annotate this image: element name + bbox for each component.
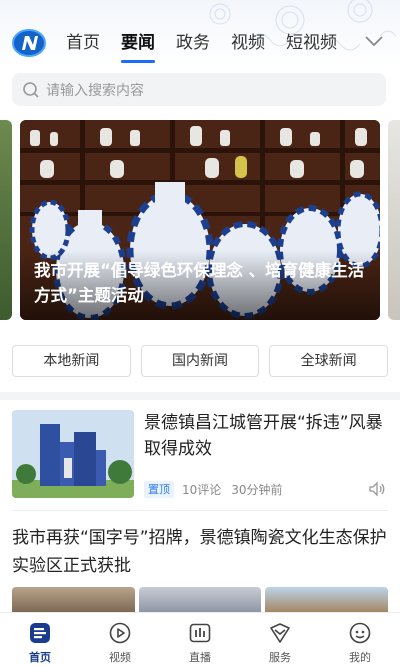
top-header: 首页 要闻 政务 视频 短视频 — [0, 0, 400, 68]
carousel-prev-slide[interactable] — [0, 120, 12, 320]
tab-government[interactable]: 政务 — [176, 30, 231, 60]
bottom-nav: 首页 视频 直播 服务 我的 — [0, 612, 400, 666]
list-divider — [12, 510, 388, 511]
nav-home[interactable]: 首页 — [0, 613, 80, 666]
live-icon — [189, 623, 211, 643]
search-placeholder: 请输入搜索内容 — [46, 83, 144, 99]
article-title[interactable]: 景德镇昌江城管开展“拆违”风暴取得成效 — [144, 410, 390, 462]
global-news-button[interactable]: 全球新闻 — [269, 345, 389, 377]
play-icon — [109, 622, 131, 644]
nav-profile-label: 我的 — [349, 651, 371, 664]
nav-live[interactable]: 直播 — [160, 613, 240, 666]
pinned-badge: 置顶 — [144, 480, 174, 498]
article-title-2[interactable]: 我市再获“国字号”招牌，景德镇陶瓷文化生态保护实验区正式获批 — [12, 524, 388, 580]
article-image-strip[interactable] — [12, 587, 389, 612]
chevron-down-icon[interactable] — [364, 34, 384, 48]
local-news-button[interactable]: 本地新闻 — [12, 345, 131, 377]
search-bar[interactable]: 请输入搜索内容 — [12, 73, 386, 106]
tab-headlines[interactable]: 要闻 — [121, 30, 176, 63]
top-tabs: 首页 要闻 政务 视频 短视频 — [66, 30, 341, 63]
tab-short-video[interactable]: 短视频 — [286, 30, 341, 60]
home-icon — [30, 623, 50, 643]
nav-home-label: 首页 — [29, 651, 51, 664]
article-image-2 — [138, 587, 262, 612]
article-image — [12, 410, 134, 498]
tab-home[interactable]: 首页 — [66, 30, 121, 60]
article-thumbnail[interactable] — [12, 410, 134, 498]
comment-count: 10评论 — [182, 482, 222, 497]
nav-video[interactable]: 视频 — [80, 613, 160, 666]
domestic-news-button[interactable]: 国内新闻 — [140, 345, 260, 377]
nav-service[interactable]: 服务 — [240, 613, 320, 666]
article-meta: 置顶 10评论 30分钟前 — [144, 480, 283, 498]
carousel-banner[interactable]: 我市开展“倡导绿色环保理念 、培育健康生活方式”主题活动 — [20, 120, 380, 320]
nav-video-label: 视频 — [109, 651, 131, 664]
app-logo-icon[interactable] — [12, 28, 46, 58]
profile-icon — [349, 622, 371, 644]
publish-time: 30分钟前 — [231, 482, 283, 497]
section-divider — [0, 392, 400, 400]
banner-caption[interactable]: 我市开展“倡导绿色环保理念 、培育健康生活方式”主题活动 — [34, 258, 374, 308]
article-image-1 — [12, 587, 135, 612]
service-icon — [270, 623, 290, 643]
search-icon — [23, 82, 39, 98]
nav-service-label: 服务 — [269, 651, 291, 664]
speaker-icon[interactable] — [368, 481, 386, 497]
news-category-buttons: 本地新闻 国内新闻 全球新闻 — [12, 345, 389, 377]
article-image-3 — [265, 587, 389, 612]
carousel-next-slide[interactable] — [388, 120, 400, 320]
nav-live-label: 直播 — [189, 651, 211, 664]
nav-profile[interactable]: 我的 — [320, 613, 400, 666]
tab-video[interactable]: 视频 — [231, 30, 286, 60]
